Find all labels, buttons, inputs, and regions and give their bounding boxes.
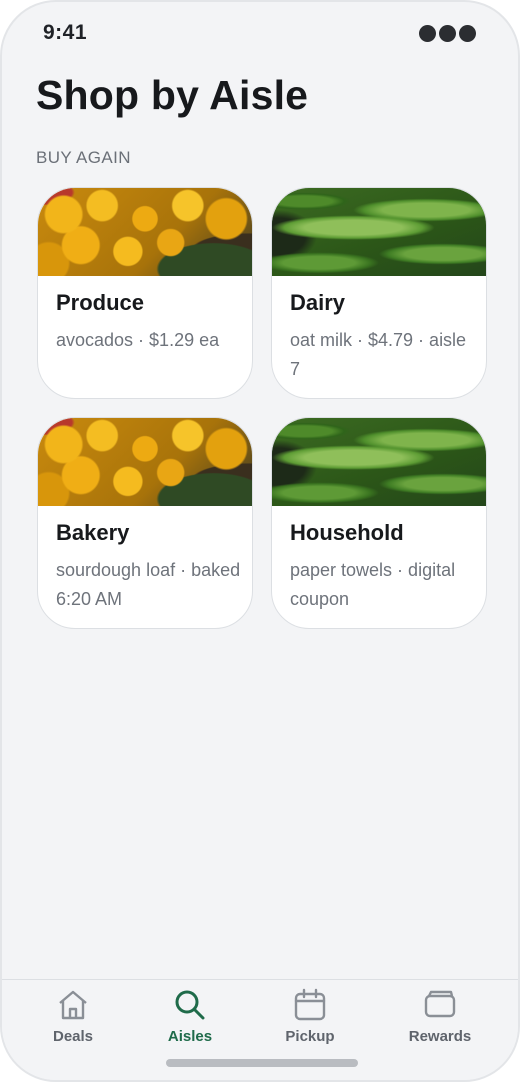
status-dot bbox=[459, 25, 476, 42]
aisle-card-subtitle: sourdough loaf · baked 6:20 AM bbox=[56, 560, 241, 609]
status-time: 9:41 bbox=[43, 21, 88, 44]
home-icon bbox=[18, 988, 128, 1022]
section-label: BUY AGAIN bbox=[36, 148, 131, 167]
tab-pickup[interactable]: Pickup bbox=[255, 988, 365, 1058]
aisle-card-produce[interactable]: Produce avocados · $1.29 ea bbox=[37, 187, 253, 399]
page-title: Shop by Aisle bbox=[36, 72, 309, 118]
aisle-card-title: Produce bbox=[56, 290, 145, 315]
tab-deals[interactable]: Deals bbox=[18, 988, 128, 1058]
aisle-card-subtitle: paper towels · digital coupon bbox=[290, 560, 456, 609]
tab-aisles[interactable]: Aisles bbox=[135, 988, 245, 1058]
aisle-card-title: Household bbox=[290, 520, 404, 545]
tab-label: Rewards bbox=[408, 1028, 472, 1045]
citrus-photo bbox=[38, 188, 252, 276]
status-dot bbox=[439, 25, 456, 42]
aisle-grid: Produce avocados · $1.29 ea Dairy oat mi… bbox=[37, 187, 488, 629]
wallet-icon bbox=[385, 988, 495, 1022]
search-icon bbox=[135, 988, 245, 1022]
status-dot bbox=[419, 25, 436, 42]
aisle-card-title: Bakery bbox=[56, 520, 130, 545]
tab-label: Deals bbox=[52, 1028, 94, 1045]
status-bar: 9:41 bbox=[2, 2, 518, 62]
phone-screen: 9:41 Shop by Aisle BUY AGAIN Produce avo… bbox=[0, 0, 520, 1082]
aisle-card-bakery[interactable]: Bakery sourdough loaf · baked 6:20 AM bbox=[37, 417, 253, 629]
aisle-card-subtitle: avocados · $1.29 ea bbox=[56, 330, 220, 350]
aisle-card-title: Dairy bbox=[290, 290, 346, 315]
tab-rewards[interactable]: Rewards bbox=[385, 988, 495, 1058]
tab-label: Pickup bbox=[285, 1028, 335, 1045]
calendar-icon bbox=[255, 988, 365, 1022]
tab-label: Aisles bbox=[167, 1028, 213, 1045]
aisle-card-dairy[interactable]: Dairy oat milk · $4.79 · aisle 7 bbox=[271, 187, 487, 399]
aisle-card-subtitle: oat milk · $4.79 · aisle 7 bbox=[290, 330, 467, 379]
citrus-photo bbox=[38, 418, 252, 506]
cucumber-photo bbox=[272, 188, 486, 276]
home-indicator[interactable] bbox=[166, 1059, 358, 1067]
cucumber-photo bbox=[272, 418, 486, 506]
status-indicator-icon bbox=[419, 25, 476, 42]
aisle-card-household[interactable]: Household paper towels · digital coupon bbox=[271, 417, 487, 629]
